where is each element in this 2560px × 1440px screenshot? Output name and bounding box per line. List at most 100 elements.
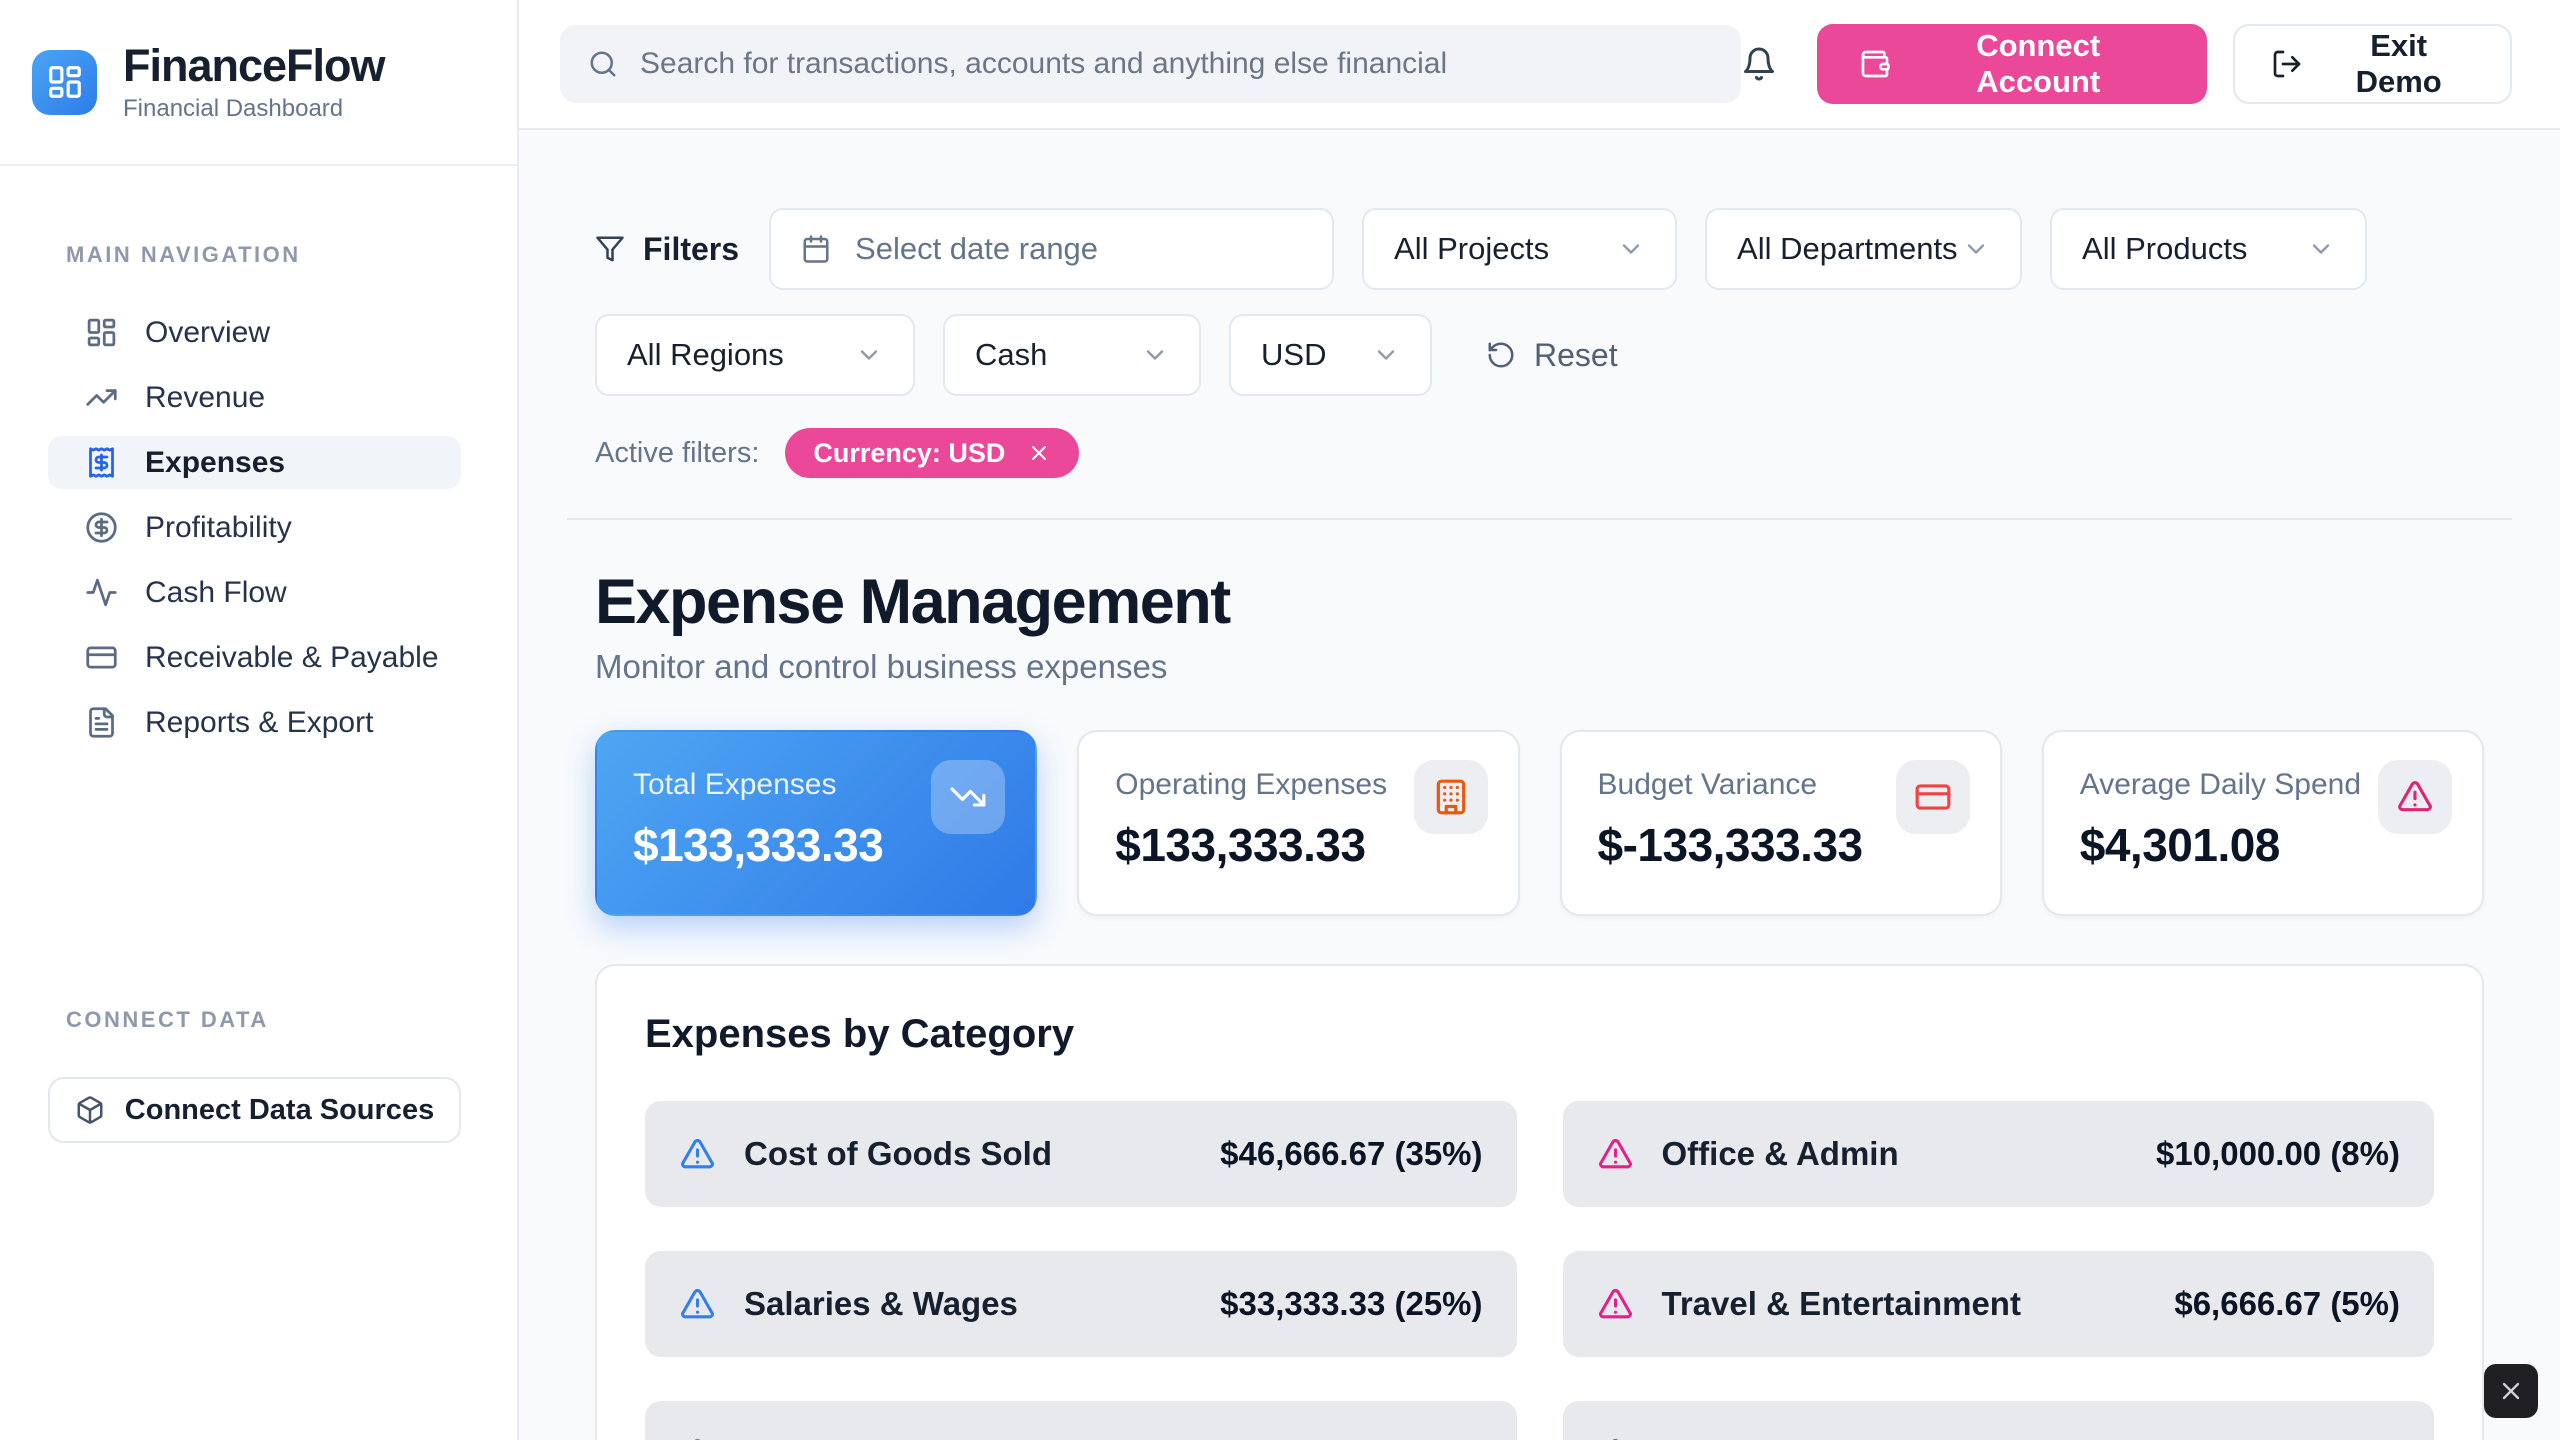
sidebar-item-cash-flow[interactable]: Cash Flow bbox=[48, 566, 461, 619]
sidebar-item-label: Revenue bbox=[145, 381, 265, 415]
products-select[interactable]: All Products bbox=[2050, 208, 2367, 290]
log-out-icon bbox=[2271, 48, 2303, 80]
category-value: $33,333.33 (25%) bbox=[1220, 1285, 1482, 1323]
exit-demo-button[interactable]: Exit Demo bbox=[2233, 24, 2512, 104]
regions-select-value: All Regions bbox=[627, 337, 784, 373]
filters-title: Filters bbox=[595, 231, 739, 268]
category-value: $6,666.67 (5%) bbox=[2174, 1285, 2400, 1323]
active-filter-chip-currency[interactable]: Currency: USD bbox=[785, 428, 1079, 478]
content: Filters Select date range All Projects A… bbox=[519, 130, 2560, 1440]
app-logo bbox=[32, 50, 97, 115]
app-title: FinanceFlow bbox=[123, 41, 385, 91]
triangle-alert-icon bbox=[1597, 1136, 1634, 1173]
sidebar-item-label: Profitability bbox=[145, 511, 292, 545]
wallet-icon bbox=[1859, 48, 1891, 80]
category-value: $20,000.00 (15%) bbox=[1220, 1435, 1482, 1440]
regions-select[interactable]: All Regions bbox=[595, 314, 915, 396]
connect-data-sources-button[interactable]: Connect Data Sources bbox=[48, 1077, 461, 1143]
sidebar-item-overview[interactable]: Overview bbox=[48, 306, 461, 359]
sidebar-item-reports-export[interactable]: Reports & Export bbox=[48, 696, 461, 749]
category-name: Cost of Goods Sold bbox=[744, 1135, 1052, 1173]
box-icon bbox=[75, 1095, 105, 1125]
sidebar-item-label: Cash Flow bbox=[145, 576, 287, 610]
reset-filters-button[interactable]: Reset bbox=[1486, 337, 1618, 374]
x-icon bbox=[2497, 1377, 2525, 1405]
trending-up-icon bbox=[85, 381, 118, 414]
top-bar: Connect Account Exit Demo bbox=[519, 0, 2560, 130]
category-row-marketing: Marketing $20,000.00 (15%) bbox=[645, 1401, 1517, 1440]
chevron-down-icon bbox=[1372, 341, 1400, 369]
connect-account-button[interactable]: Connect Account bbox=[1817, 24, 2207, 104]
calendar-icon bbox=[801, 234, 831, 264]
sidebar-item-receivable-payable[interactable]: Receivable & Payable bbox=[48, 631, 461, 684]
filters-row-1: Filters Select date range All Projects A… bbox=[595, 208, 2484, 290]
nav-section-label: MAIN NAVIGATION bbox=[66, 242, 517, 268]
category-row-professional-services: Professional Services $3,333.33 (3%) bbox=[1563, 1401, 2435, 1440]
sidebar-item-revenue[interactable]: Revenue bbox=[48, 371, 461, 424]
triangle-alert-icon bbox=[679, 1286, 716, 1323]
connect-data-sources-label: Connect Data Sources bbox=[125, 1094, 434, 1127]
stat-card-total-expenses[interactable]: Total Expenses $133,333.33 bbox=[595, 730, 1037, 916]
currency-select[interactable]: USD bbox=[1229, 314, 1432, 396]
page-title: Expense Management bbox=[595, 566, 2484, 638]
chevron-down-icon bbox=[1617, 235, 1645, 263]
stat-card-average-daily-spend[interactable]: Average Daily Spend $4,301.08 bbox=[2042, 730, 2484, 916]
category-value: $3,333.33 (3%) bbox=[2174, 1435, 2400, 1440]
category-list: Cost of Goods Sold $46,666.67 (35%) Offi… bbox=[645, 1101, 2434, 1440]
category-row-office-admin: Office & Admin $10,000.00 (8%) bbox=[1563, 1101, 2435, 1207]
departments-select[interactable]: All Departments bbox=[1705, 208, 2022, 290]
notifications-button[interactable] bbox=[1741, 46, 1777, 82]
file-text-icon bbox=[85, 706, 118, 739]
stat-icon-box bbox=[1414, 760, 1488, 834]
sidebar-item-label: Expenses bbox=[145, 446, 285, 480]
filters-label: Filters bbox=[643, 231, 739, 268]
sidebar-item-expenses[interactable]: Expenses bbox=[48, 436, 461, 489]
currency-select-value: USD bbox=[1261, 337, 1326, 373]
activity-icon bbox=[85, 576, 118, 609]
chevron-down-icon bbox=[1962, 235, 1990, 263]
app-subtitle: Financial Dashboard bbox=[123, 95, 385, 123]
receipt-icon bbox=[85, 446, 118, 479]
x-icon[interactable] bbox=[1027, 441, 1051, 465]
trending-down-icon bbox=[949, 778, 987, 816]
sidebar-item-label: Reports & Export bbox=[145, 706, 373, 740]
page-subtitle: Monitor and control business expenses bbox=[595, 648, 2484, 686]
stat-card-budget-variance[interactable]: Budget Variance $-133,333.33 bbox=[1560, 730, 2002, 916]
sidebar: FinanceFlow Financial Dashboard MAIN NAV… bbox=[0, 0, 519, 1440]
date-range-placeholder: Select date range bbox=[855, 231, 1098, 267]
chip-label: Currency: USD bbox=[813, 438, 1005, 469]
projects-select[interactable]: All Projects bbox=[1362, 208, 1677, 290]
chevron-down-icon bbox=[2307, 235, 2335, 263]
triangle-alert-icon bbox=[1597, 1286, 1634, 1323]
active-filters-label: Active filters: bbox=[595, 437, 759, 470]
reset-label: Reset bbox=[1534, 337, 1618, 374]
payment-method-select[interactable]: Cash bbox=[943, 314, 1201, 396]
chevron-down-icon bbox=[855, 341, 883, 369]
main-area: Connect Account Exit Demo Filters Select… bbox=[519, 0, 2560, 1440]
search-input[interactable] bbox=[640, 47, 1713, 81]
date-range-input[interactable]: Select date range bbox=[769, 208, 1334, 290]
layout-dashboard-icon bbox=[85, 316, 118, 349]
category-name: Travel & Entertainment bbox=[1662, 1285, 2021, 1323]
bell-icon bbox=[1741, 46, 1777, 82]
filters-row-2: All Regions Cash USD Reset bbox=[595, 314, 2484, 396]
expenses-by-category-panel: Expenses by Category Cost of Goods Sold … bbox=[595, 964, 2484, 1440]
building-icon bbox=[1432, 778, 1470, 816]
category-row-cost-of-goods-sold: Cost of Goods Sold $46,666.67 (35%) bbox=[645, 1101, 1517, 1207]
sidebar-item-label: Receivable & Payable bbox=[145, 641, 439, 675]
connect-data-section-label: CONNECT DATA bbox=[66, 1007, 517, 1033]
close-overlay-button[interactable] bbox=[2484, 1364, 2538, 1418]
section-divider bbox=[567, 518, 2512, 520]
triangle-alert-icon bbox=[679, 1436, 716, 1440]
search-icon bbox=[588, 49, 618, 79]
search-bar bbox=[560, 25, 1741, 103]
category-value: $10,000.00 (8%) bbox=[2156, 1135, 2400, 1173]
circle-dollar-icon bbox=[85, 511, 118, 544]
products-select-value: All Products bbox=[2082, 231, 2247, 267]
payment-method-value: Cash bbox=[975, 337, 1047, 373]
chevron-down-icon bbox=[1141, 341, 1169, 369]
stat-card-operating-expenses[interactable]: Operating Expenses $133,333.33 bbox=[1077, 730, 1519, 916]
main-navigation: Overview Revenue Expenses Profitability … bbox=[0, 306, 517, 761]
sidebar-item-profitability[interactable]: Profitability bbox=[48, 501, 461, 554]
category-row-salaries-wages: Salaries & Wages $33,333.33 (25%) bbox=[645, 1251, 1517, 1357]
